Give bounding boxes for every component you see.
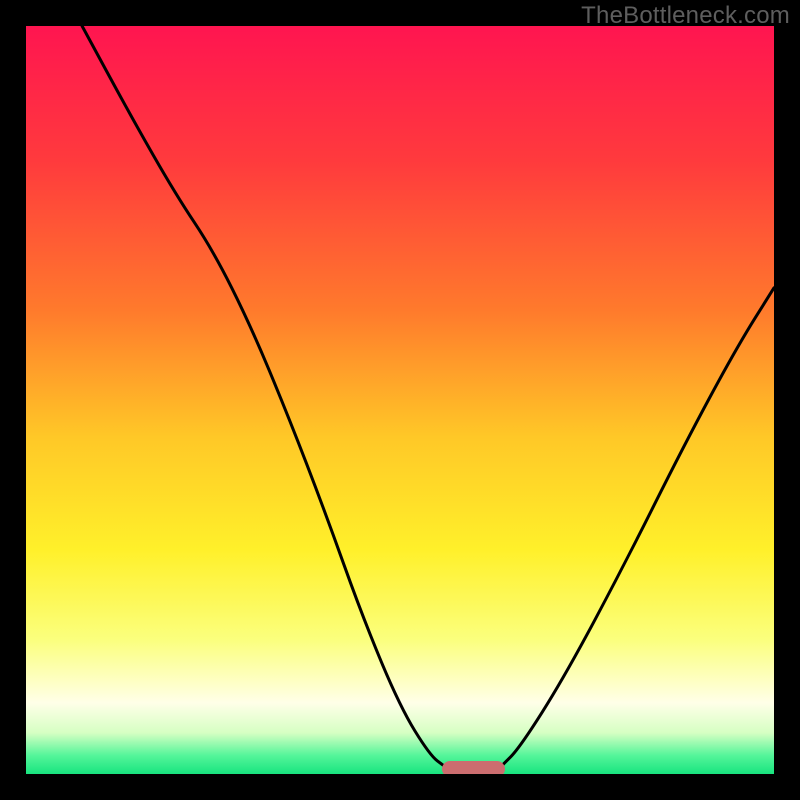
chart-frame: TheBottleneck.com (0, 0, 800, 800)
plot-area (26, 26, 774, 774)
bottleneck-curve-left (82, 26, 445, 767)
watermark-text: TheBottleneck.com (581, 2, 790, 30)
optimal-marker (442, 761, 506, 774)
bottleneck-curve (26, 26, 774, 774)
bottleneck-curve-right (501, 288, 774, 767)
